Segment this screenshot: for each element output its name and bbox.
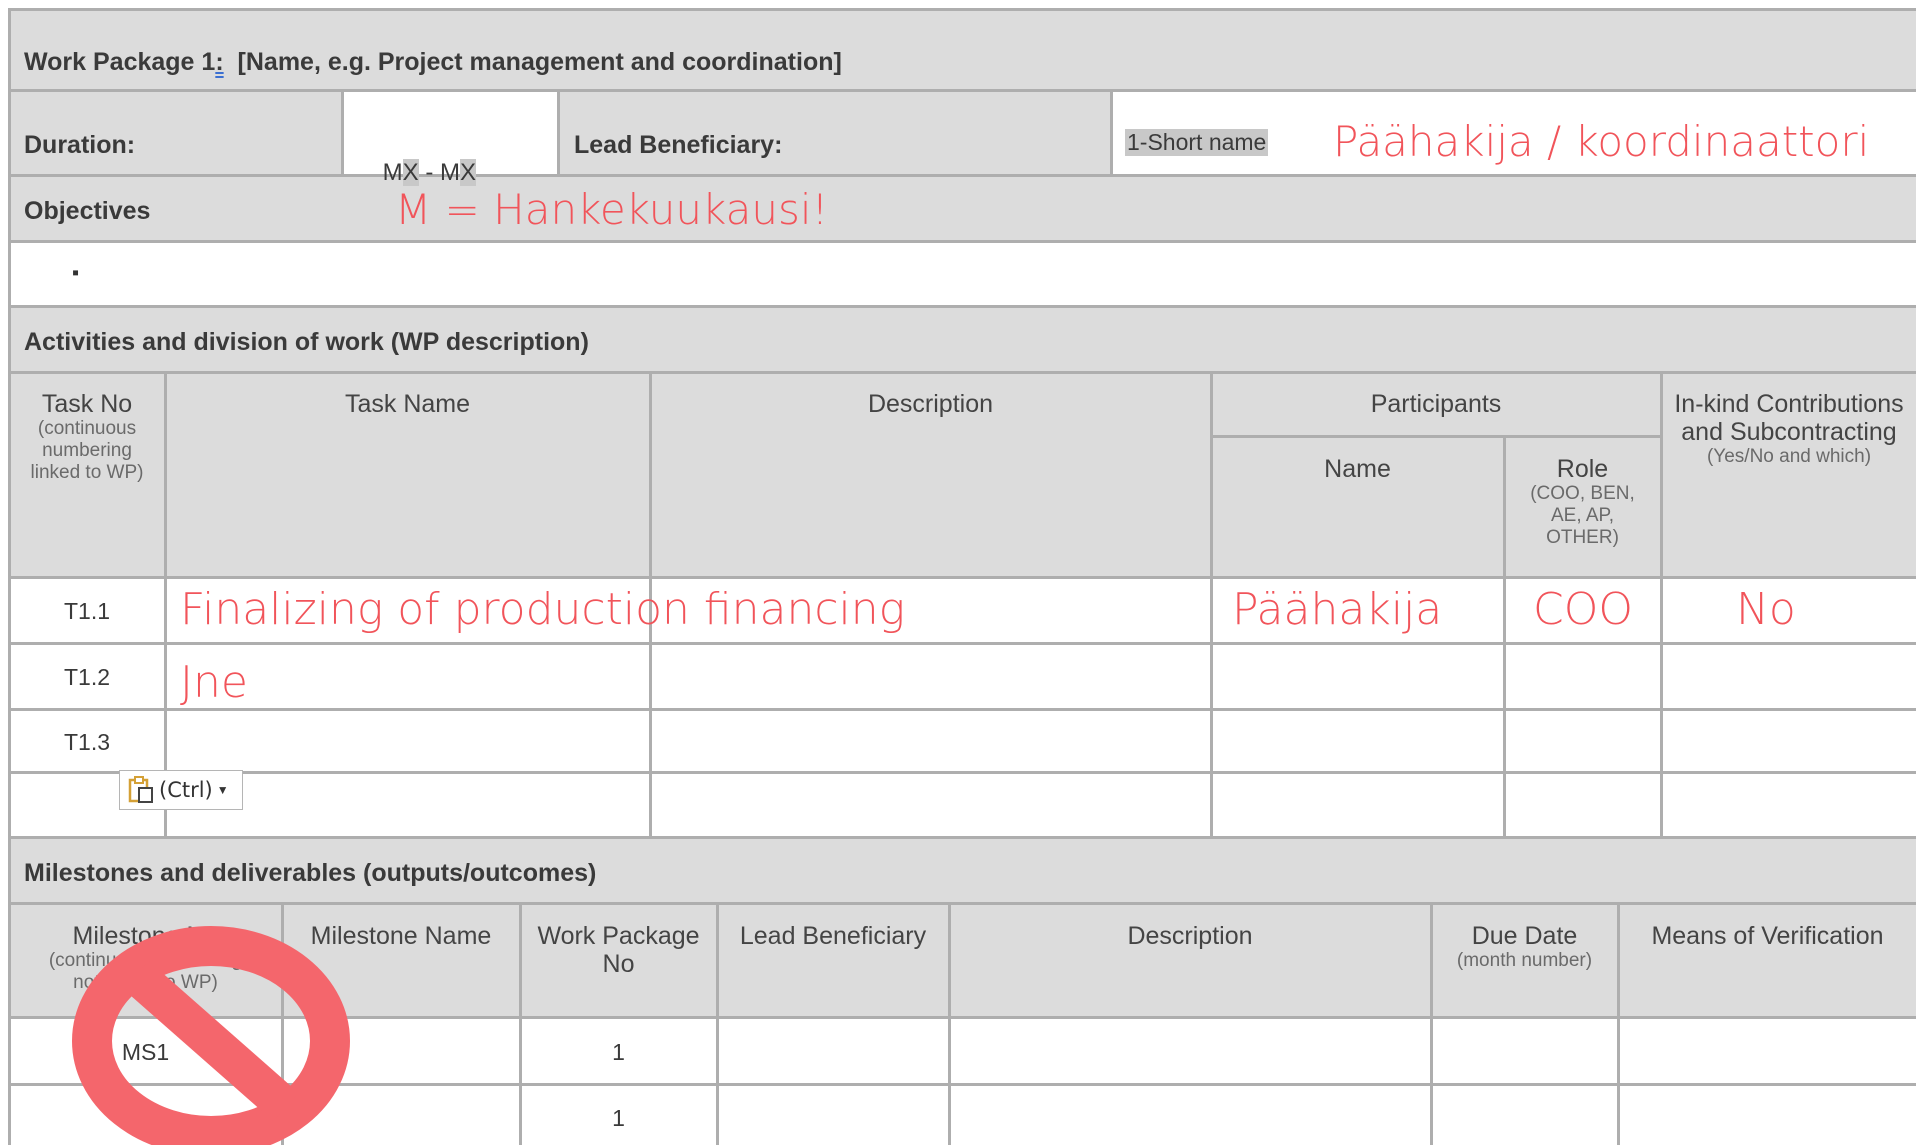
milestone-description-header: Description	[1127, 922, 1253, 950]
task-row-2-no: T1.2	[63, 664, 111, 690]
objectives-label: Objectives	[24, 197, 151, 225]
task-row-2-name[interactable]: Jne	[180, 658, 248, 708]
milestone-row-1-wp: 1	[612, 1039, 625, 1065]
verification-header: Means of Verification	[1651, 922, 1884, 950]
participants-header: Participants	[1370, 390, 1502, 418]
role-header: Role (COO, BEN, AE, AP, OTHER)	[1530, 455, 1635, 548]
paste-options-label: (Ctrl)	[159, 778, 213, 802]
duration-label: Duration:	[24, 131, 136, 159]
wp-no-header: Work Package No	[537, 922, 700, 978]
clipboard-icon	[128, 776, 153, 803]
activities-title: Activities and division of work (WP desc…	[24, 328, 589, 356]
task-row-1-role[interactable]: COO	[1533, 585, 1633, 635]
due-date-header: Due Date (month number)	[1456, 922, 1593, 971]
task-row-1-no: T1.1	[63, 598, 111, 624]
work-package-title: Work Package 1: [Name, e.g. Project mana…	[24, 48, 842, 77]
task-row-1-inkind[interactable]: No	[1736, 585, 1796, 635]
chevron-down-icon: ▼	[216, 783, 229, 797]
inkind-header: In-kind Contributions and Subcontracting…	[1674, 390, 1904, 467]
task-no-header: Task No (continuous numbering linked to …	[30, 390, 144, 483]
work-package-table: Work Package 1: [Name, e.g. Project mana…	[0, 0, 1916, 1145]
title-rest: [Name, e.g. Project management and coord…	[223, 48, 842, 76]
objective-bullet[interactable]: ▪	[72, 262, 79, 285]
task-row-1-name[interactable]: Finalizing of production financing	[180, 585, 905, 635]
milestone-row-2-wp: 1	[612, 1105, 625, 1131]
description-header: Description	[867, 390, 994, 418]
objectives-band	[10, 176, 1916, 242]
title-separator: :	[215, 48, 224, 76]
paste-options-button[interactable]: (Ctrl) ▼	[119, 770, 243, 810]
milestone-lead-header: Lead Beneficiary	[739, 922, 927, 950]
milestones-title: Milestones and deliverables (outputs/out…	[24, 859, 597, 887]
title-prefix: Work Package 1	[24, 48, 216, 76]
lead-beneficiary-label: Lead Beneficiary:	[574, 131, 783, 159]
lead-note-annotation: Päähakija / koordinaattori	[1333, 117, 1870, 166]
task-row-1-participant[interactable]: Päähakija	[1232, 585, 1442, 635]
task-row-3-no: T1.3	[63, 729, 111, 755]
prohibition-icon	[72, 926, 350, 1145]
lead-short-name[interactable]: 1-Short name	[1125, 129, 1269, 156]
month-note-annotation: M = Hankekuukausi!	[395, 185, 829, 234]
participant-name-header: Name	[1324, 455, 1391, 483]
task-name-header: Task Name	[344, 390, 471, 418]
